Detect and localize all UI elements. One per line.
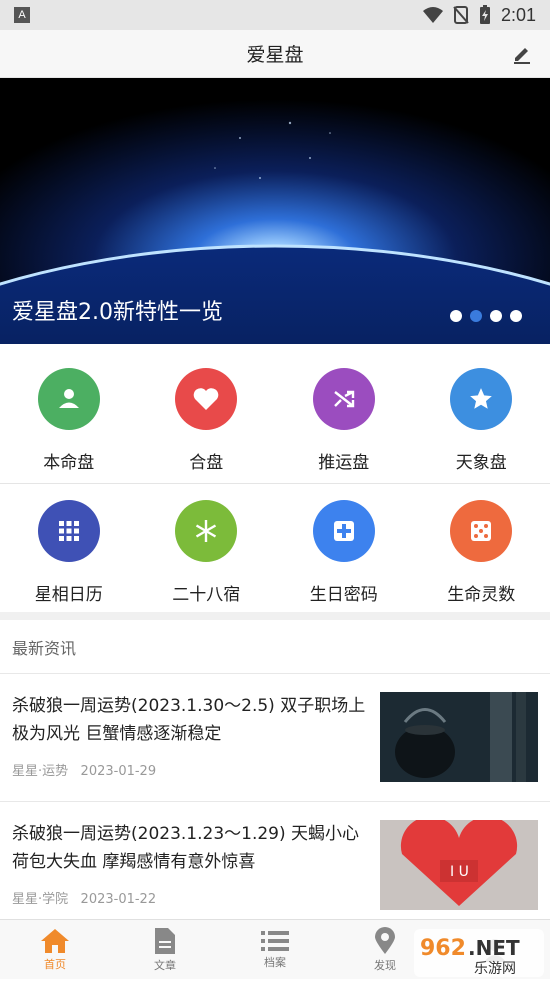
site-watermark-logo: 962 .NET 乐游网 [414, 929, 544, 977]
document-icon [153, 927, 177, 955]
page-title: 爱星盘 [246, 40, 303, 67]
feature-label: 天象盘 [456, 448, 507, 473]
news-thumbnail-teapot [380, 692, 538, 782]
home-icon [40, 928, 70, 954]
tab-home[interactable]: 首页 [0, 920, 110, 979]
carousel-dot[interactable] [510, 310, 522, 322]
feature-progression-chart[interactable]: 推运盘 [275, 344, 413, 483]
news-item[interactable]: 杀破狼一周运势(2023.1.23～1.29) 天蝎小心荷包大失血 摩羯感情有意… [0, 802, 550, 930]
svg-text:962: 962 [420, 936, 466, 961]
feature-label: 星相日历 [35, 580, 103, 605]
news-date: 2023-01-22 [81, 892, 157, 907]
svg-text:I U: I U [450, 864, 469, 880]
grid-icon [38, 500, 100, 562]
person-icon [38, 368, 100, 430]
feature-label: 推运盘 [318, 448, 369, 473]
feature-natal-chart[interactable]: 本命盘 [0, 344, 138, 483]
wifi-icon [423, 7, 443, 23]
carousel-dot-active[interactable] [470, 310, 482, 322]
feature-28-mansions[interactable]: 二十八宿 [138, 484, 276, 612]
tab-articles[interactable]: 文章 [110, 920, 220, 979]
edit-button[interactable] [510, 42, 534, 66]
feature-label: 生日密码 [310, 580, 378, 605]
news-title: 杀破狼一周运势(2023.1.23～1.29) 天蝎小心荷包大失血 摩羯感情有意… [12, 820, 370, 876]
news-section-title: 最新资讯 [0, 620, 550, 674]
battery-charging-icon [479, 5, 491, 25]
tab-label: 档案 [264, 954, 286, 970]
feature-label: 合盘 [189, 448, 223, 473]
pencil-icon [512, 44, 532, 64]
feature-grid-row: 本命盘 合盘 推运盘 天象盘 [0, 344, 550, 484]
plus-box-icon [313, 500, 375, 562]
tab-archive[interactable]: 档案 [220, 920, 330, 979]
svg-text:乐游网: 乐游网 [474, 961, 516, 977]
feature-label: 生命灵数 [447, 580, 515, 605]
news-item[interactable]: 杀破狼一周运势(2023.1.30～2.5) 双子职场上极为风光 巨蟹情感逐渐稳… [0, 674, 550, 802]
app-header: 爱星盘 [0, 30, 550, 78]
carousel-indicator [450, 310, 522, 322]
section-divider [0, 612, 550, 620]
snowflake-icon [175, 500, 237, 562]
news-source: 星星·运势 [12, 764, 68, 779]
news-meta: 星星·运势 2023-01-29 [12, 760, 370, 779]
shuffle-icon [313, 368, 375, 430]
notification-a-icon: A [14, 7, 30, 23]
list-icon [261, 930, 289, 952]
news-title: 杀破狼一周运势(2023.1.30～2.5) 双子职场上极为风光 巨蟹情感逐渐稳… [12, 692, 370, 748]
status-time: 2:01 [501, 5, 536, 26]
feature-grid-row: 星相日历 二十八宿 生日密码 生命灵数 [0, 484, 550, 612]
star-icon [450, 368, 512, 430]
status-bar: A 2:01 [0, 0, 550, 30]
dice-icon [450, 500, 512, 562]
feature-label: 本命盘 [43, 448, 94, 473]
tab-label: 发现 [374, 957, 396, 973]
carousel-dot[interactable] [450, 310, 462, 322]
tab-label: 首页 [44, 956, 66, 972]
heart-icon [175, 368, 237, 430]
feature-synastry-chart[interactable]: 合盘 [138, 344, 276, 483]
banner-carousel[interactable]: 爱星盘2.0新特性一览 [0, 78, 550, 344]
news-date: 2023-01-29 [81, 764, 157, 779]
feature-life-number[interactable]: 生命灵数 [413, 484, 550, 612]
tab-label: 文章 [154, 957, 176, 973]
news-source: 星星·学院 [12, 892, 68, 907]
feature-astro-calendar[interactable]: 星相日历 [0, 484, 138, 612]
news-thumbnail-puzzle-heart: I U [380, 820, 538, 910]
carousel-dot[interactable] [490, 310, 502, 322]
svg-text:.NET: .NET [468, 936, 520, 960]
location-pin-icon [374, 927, 396, 955]
no-sim-icon [453, 6, 469, 24]
feature-birthday-code[interactable]: 生日密码 [275, 484, 413, 612]
banner-caption: 爱星盘2.0新特性一览 [12, 294, 223, 326]
feature-sky-chart[interactable]: 天象盘 [413, 344, 550, 483]
feature-label: 二十八宿 [172, 580, 240, 605]
news-meta: 星星·学院 2023-01-22 [12, 888, 370, 907]
